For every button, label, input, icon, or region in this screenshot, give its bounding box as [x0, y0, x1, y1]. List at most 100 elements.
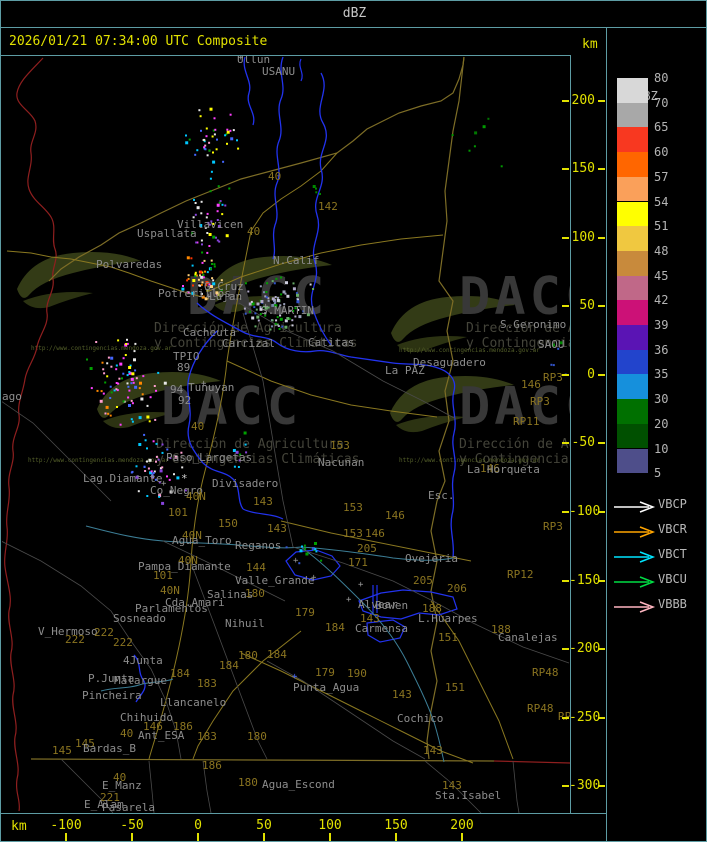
station-cross-marker: +: [161, 479, 167, 489]
radar-echo-pixel: [278, 328, 281, 330]
radar-echo-pixel: [208, 233, 212, 236]
radar-echo-pixel: [215, 148, 218, 151]
map-town-label: 40N: [160, 584, 180, 597]
map-town-label: 190: [347, 667, 367, 680]
radar-echo-pixel: [133, 358, 136, 362]
y-tick-mark: [562, 100, 569, 102]
radar-echo-pixel: [199, 115, 202, 118]
radar-echo-pixel: [201, 261, 204, 264]
radar-echo-pixel: [216, 210, 219, 213]
vector-legend-label: VBCP: [658, 497, 687, 511]
map-town-label: Lujan: [209, 290, 243, 303]
map-town-label: RP48: [532, 666, 559, 679]
y-tick-label: 150: [571, 161, 595, 176]
map-town-label: 222: [65, 633, 85, 646]
radar-echo-pixel: [204, 270, 206, 273]
radar-echo-pixel: [244, 312, 247, 315]
x-axis-unit-label: km: [11, 819, 27, 834]
radar-map[interactable]: DACCDACCDACCDACCDirección de Agricultura…: [2, 56, 570, 813]
radar-echo-pixel: [96, 389, 99, 392]
y-tick-label: 50: [579, 298, 595, 313]
y-tick-mark: [598, 511, 605, 513]
map-town-label: 89: [177, 361, 191, 374]
radar-echo-pixel: [474, 131, 478, 135]
peak-star-marker: *: [181, 472, 188, 485]
map-path: [242, 508, 284, 520]
radar-echo-pixel: [138, 416, 142, 420]
y-tick-mark: [598, 237, 605, 239]
map-town-label: 205: [413, 574, 433, 587]
map-town-label: 180: [238, 649, 258, 662]
radar-echo-pixel: [181, 466, 184, 469]
radar-echo-pixel: [292, 287, 296, 291]
x-tick-mark: [395, 833, 397, 841]
radar-echo-pixel: [194, 202, 197, 204]
map-town-label: 142: [318, 200, 338, 213]
radar-echo-pixel: [284, 325, 288, 329]
radar-echo-pixel: [119, 362, 123, 366]
map-town-label: 146: [521, 378, 541, 391]
x-tick-mark: [197, 833, 199, 841]
radar-echo-pixel: [142, 375, 145, 378]
vector-arrow-icon: [613, 573, 657, 588]
map-town-label: 184: [267, 648, 287, 661]
map-town-label: 92: [178, 394, 192, 407]
scale-color-block: [617, 423, 648, 449]
radar-echo-pixel: [233, 465, 236, 468]
y-tick-label: -300: [569, 778, 601, 793]
radar-echo-pixel: [203, 146, 206, 149]
map-town-label: L.Huarpes: [418, 612, 478, 625]
radar-echo-pixel: [213, 117, 216, 120]
scale-value-label: 45: [654, 268, 669, 283]
radar-echo-pixel: [208, 245, 211, 247]
map-town-label: 143: [392, 688, 412, 701]
radar-echo-pixel: [143, 465, 146, 468]
map-town-label: Cochico: [397, 712, 444, 725]
radar-echo-pixel: [280, 293, 283, 296]
map-town-label: Bowen: [375, 599, 409, 612]
radar-echo-pixel: [155, 460, 157, 463]
radar-echo-pixel: [86, 358, 88, 361]
radar-echo-pixel: [135, 377, 138, 380]
y-tick-mark: [598, 305, 605, 307]
map-town-label: Tunuyan: [188, 381, 235, 394]
radar-echo-pixel: [210, 259, 213, 262]
timestamp-label: 2026/01/21 07:34:00 UTC Composite: [9, 34, 268, 49]
radar-echo-pixel: [128, 404, 131, 407]
radar-echo-pixel: [226, 128, 229, 131]
radar-echo-pixel: [139, 381, 142, 385]
map-town-label: 40N: [186, 490, 206, 503]
x-tick-mark: [263, 833, 265, 841]
radar-echo-pixel: [213, 265, 216, 268]
map-town-label: 183: [197, 677, 217, 690]
map-town-label: 222: [94, 626, 114, 639]
x-tick-mark: [65, 833, 67, 841]
map-town-label: Lag.Diamante: [83, 472, 163, 485]
radar-echo-pixel: [186, 256, 190, 260]
map-path: [2, 401, 112, 502]
x-tick-mark: [131, 833, 133, 841]
radar-echo-pixel: [315, 550, 318, 553]
map-town-label: Polvaredas: [96, 258, 163, 271]
radar-echo-pixel: [89, 367, 93, 370]
map-town-label: 150: [218, 517, 238, 530]
radar-echo-pixel: [312, 288, 315, 290]
scale-color-block: [617, 325, 648, 350]
radar-echo-pixel: [127, 385, 130, 388]
radar-echo-pixel: [205, 127, 208, 130]
x-tick-label: 200: [450, 818, 474, 833]
map-town-label: Paso_Largetas: [166, 451, 253, 464]
radar-echo-pixel: [208, 149, 211, 152]
map-town-label: 180: [245, 587, 265, 600]
radar-echo-pixel: [117, 339, 120, 342]
scale-color-block: [617, 78, 648, 103]
radar-echo-pixel: [118, 377, 121, 380]
radar-echo-pixel: [212, 151, 214, 154]
radar-echo-pixel: [304, 547, 307, 550]
map-path: [512, 760, 520, 813]
radar-echo-pixel: [127, 396, 130, 399]
map-town-label: RP12: [507, 568, 534, 581]
radar-echo-pixel: [132, 381, 135, 384]
vector-arrow-icon: [613, 498, 657, 513]
vector-legend-label: VBCU: [658, 572, 687, 586]
